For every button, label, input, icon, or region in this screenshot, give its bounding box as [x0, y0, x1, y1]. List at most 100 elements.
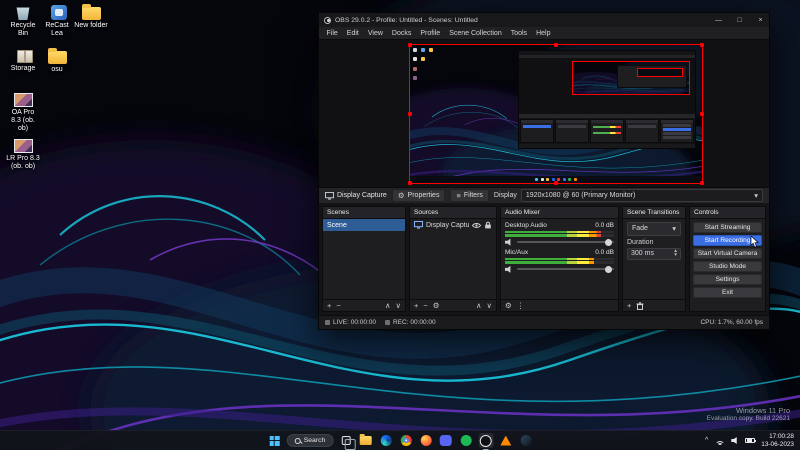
tray-chevron-icon[interactable]: ^ — [705, 437, 708, 444]
resize-handle[interactable] — [408, 181, 412, 185]
scene-list-item[interactable]: Scene — [323, 219, 405, 231]
visibility-eye-icon[interactable] — [472, 222, 481, 229]
box-icon — [17, 50, 33, 63]
trash-icon[interactable] — [636, 302, 644, 310]
obs-titlebar[interactable]: OBS 29.0.2 - Profile: Untitled - Scenes:… — [319, 13, 769, 27]
desktop-icon-photo-2[interactable]: LR Pro 8.3 (ob. ob) — [6, 138, 40, 171]
menu-help[interactable]: Help — [532, 30, 555, 37]
add-transition-button[interactable]: + — [627, 302, 631, 310]
mini-desktop-icon — [413, 57, 417, 61]
settings-button[interactable]: Settings — [693, 274, 762, 285]
properties-button[interactable]: ⚙ Properties — [392, 189, 446, 202]
chrome-button[interactable] — [398, 433, 413, 448]
remove-scene-button[interactable]: − — [336, 302, 340, 310]
add-scene-button[interactable]: + — [327, 302, 331, 310]
resize-handle[interactable] — [700, 181, 704, 185]
firefox-button[interactable] — [418, 433, 433, 448]
scene-transitions-panel: Scene Transitions Fade ▾ Duration 300 ms… — [622, 206, 686, 312]
move-source-up-button[interactable]: ∧ — [476, 302, 482, 310]
desktop-icon-new-folder[interactable]: New folder — [74, 4, 108, 30]
spinbox-arrows[interactable]: ▴ ▾ — [674, 250, 677, 256]
studio-mode-button[interactable]: Studio Mode — [693, 261, 762, 272]
controls-panel: Controls Start Streaming Start Recording… — [689, 206, 766, 312]
volume-slider[interactable] — [517, 268, 614, 270]
taskbar-clock[interactable]: 17:00:28 13-06-2023 — [761, 433, 794, 449]
taskbar-search[interactable]: Search — [287, 434, 334, 447]
move-scene-down-button[interactable]: ∨ — [396, 302, 402, 310]
lock-icon[interactable] — [484, 221, 492, 229]
obs-taskbar-button[interactable] — [478, 433, 493, 448]
menu-docks[interactable]: Docks — [387, 30, 415, 37]
obs-window: OBS 29.0.2 - Profile: Untitled - Scenes:… — [318, 12, 770, 330]
file-explorer-button[interactable] — [358, 433, 373, 448]
mini-button — [663, 136, 691, 139]
menu-edit[interactable]: Edit — [342, 30, 363, 37]
volume-icon[interactable] — [731, 437, 739, 445]
menu-view[interactable]: View — [363, 30, 387, 37]
start-virtual-camera-button[interactable]: Start Virtual Camera — [693, 248, 762, 259]
filters-button[interactable]: ≡ Filters — [450, 189, 488, 202]
menu-file[interactable]: File — [322, 30, 342, 37]
resize-handle[interactable] — [408, 112, 412, 116]
spin-down-icon[interactable]: ▾ — [674, 254, 677, 257]
desktop-icon-recast[interactable]: ReCast Lea — [40, 4, 74, 38]
source-list-item[interactable]: Display Capture — [410, 219, 496, 231]
selected-source-bounds[interactable] — [409, 44, 703, 184]
scenes-toolbar: + − ∧ ∨ — [323, 299, 405, 311]
channel-volume-db: 0.0 dB — [595, 249, 614, 256]
desktop-icon-photo-1[interactable]: OA Pro 8.3 (ob. ob) — [6, 92, 40, 133]
discord-button[interactable] — [438, 433, 453, 448]
resize-handle[interactable] — [700, 112, 704, 116]
speaker-icon[interactable] — [505, 265, 513, 273]
preview-canvas[interactable] — [319, 39, 769, 187]
watermark-line2: Evaluation copy. Build 22621 — [707, 415, 790, 422]
menu-tools[interactable]: Tools — [506, 30, 531, 37]
mini-taskbar-icon — [535, 178, 538, 181]
steam-button[interactable] — [518, 433, 533, 448]
properties-label: Properties — [408, 192, 440, 199]
edge-button[interactable] — [378, 433, 393, 448]
volume-slider[interactable] — [517, 241, 614, 243]
desktop-icon-osu[interactable]: osu — [40, 48, 74, 74]
folder-icon — [82, 7, 101, 20]
firefox-icon — [420, 435, 431, 446]
duration-spinbox[interactable]: 300 ms ▴ ▾ — [627, 248, 681, 260]
task-view-button[interactable] — [338, 433, 353, 448]
speaker-icon[interactable] — [505, 238, 513, 246]
volume-slider-knob[interactable] — [605, 239, 612, 246]
start-button[interactable] — [267, 433, 282, 448]
add-source-button[interactable]: + — [414, 302, 418, 310]
maximize-button[interactable]: □ — [731, 13, 748, 27]
wifi-icon[interactable] — [714, 437, 725, 445]
remove-source-button[interactable]: − — [423, 302, 427, 310]
mixer-options-dots-icon[interactable]: ⋮ — [517, 302, 525, 310]
mini-docks — [519, 118, 695, 144]
mini-scene-row — [523, 125, 551, 128]
source-properties-button[interactable]: ⚙ — [433, 302, 440, 310]
resize-handle[interactable] — [554, 43, 558, 47]
start-streaming-button[interactable]: Start Streaming — [693, 222, 762, 233]
close-button[interactable]: × — [752, 13, 769, 27]
transition-select[interactable]: Fade ▾ — [627, 222, 681, 236]
scenes-panel: Scenes Scene + − ∧ ∨ — [322, 206, 406, 312]
spotify-button[interactable] — [458, 433, 473, 448]
mini-audio-meter — [593, 126, 621, 128]
search-label: Search — [304, 437, 326, 444]
desktop-icon-recycle-bin[interactable]: Recycle Bin — [6, 4, 40, 38]
volume-slider-knob[interactable] — [605, 266, 612, 273]
resize-handle[interactable] — [700, 43, 704, 47]
mixer-settings-gear-icon[interactable]: ⚙ — [505, 302, 512, 310]
vlc-button[interactable] — [498, 433, 513, 448]
move-source-down-button[interactable]: ∨ — [487, 302, 493, 310]
menu-scene-collection[interactable]: Scene Collection — [445, 30, 507, 37]
desktop-icon-storage[interactable]: Storage — [6, 48, 40, 73]
resize-handle[interactable] — [554, 181, 558, 185]
menu-profile[interactable]: Profile — [416, 30, 445, 37]
mini-statusbar — [519, 144, 695, 148]
resize-handle[interactable] — [408, 43, 412, 47]
move-scene-up-button[interactable]: ∧ — [385, 302, 391, 310]
battery-icon[interactable] — [745, 438, 755, 444]
minimize-button[interactable]: — — [710, 13, 727, 27]
display-select[interactable]: 1920x1080 @ 60 (Primary Monitor) ▾ — [521, 189, 763, 202]
exit-button[interactable]: Exit — [693, 287, 762, 298]
